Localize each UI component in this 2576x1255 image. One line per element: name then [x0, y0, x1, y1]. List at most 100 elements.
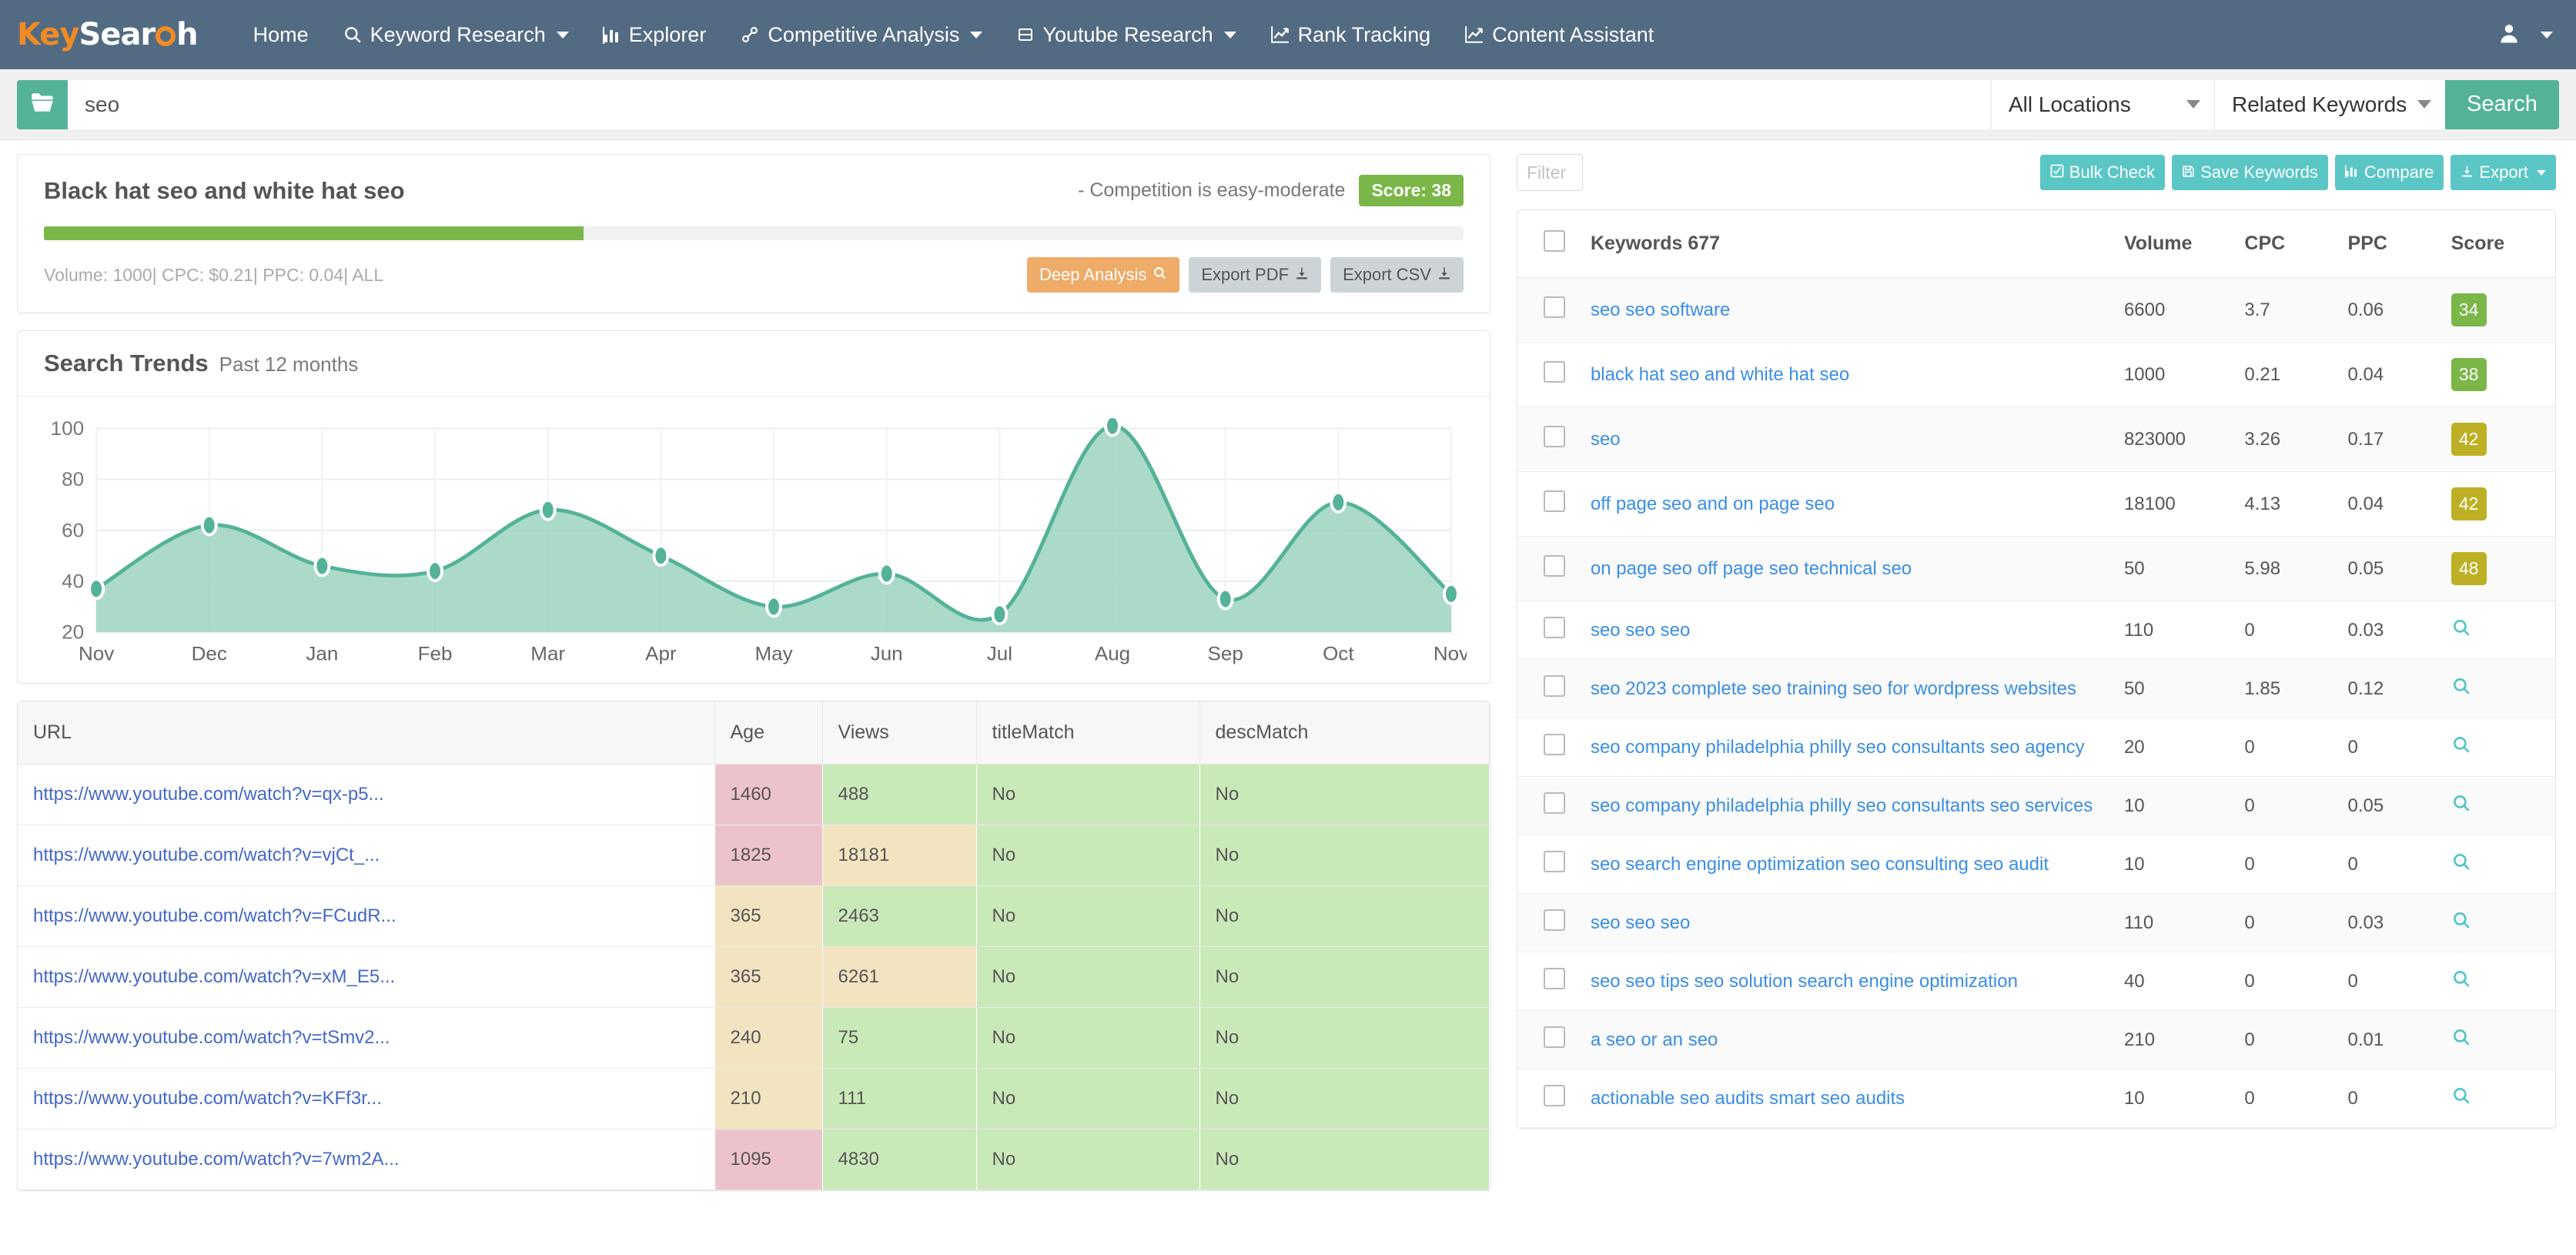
column-header[interactable]: descMatch: [1199, 701, 1490, 765]
table-row[interactable]: seo seo tips seo solution search engine …: [1517, 952, 2555, 1011]
row-checkbox[interactable]: [1544, 792, 1565, 814]
url-link[interactable]: https://www.youtube.com/watch?v=vjCt_...: [33, 845, 380, 865]
keysearch-logo[interactable]: Key Sear h: [17, 17, 199, 52]
analyze-icon[interactable]: [2451, 677, 2471, 701]
table-row[interactable]: https://www.youtube.com/watch?v=xM_E5...…: [18, 946, 1490, 1008]
nav-item-explorer[interactable]: Explorer: [586, 0, 724, 69]
row-checkbox[interactable]: [1544, 1085, 1565, 1106]
table-row[interactable]: https://www.youtube.com/watch?v=7wm2A...…: [18, 1129, 1490, 1190]
analyze-icon[interactable]: [2451, 618, 2471, 642]
row-checkbox[interactable]: [1544, 555, 1565, 577]
nav-item-competitive-analysis[interactable]: Competitive Analysis: [723, 0, 999, 69]
analyze-icon[interactable]: [2451, 735, 2471, 759]
keyword-link[interactable]: seo seo seo: [1591, 912, 1690, 933]
analyze-icon[interactable]: [2451, 1086, 2471, 1110]
analyze-icon[interactable]: [2451, 911, 2471, 935]
url-link[interactable]: https://www.youtube.com/watch?v=7wm2A...: [33, 1149, 400, 1170]
compare-button[interactable]: Compare: [2334, 155, 2444, 190]
column-header[interactable]: URL: [18, 701, 715, 765]
search-button[interactable]: Search: [2445, 79, 2559, 129]
location-select[interactable]: All Locations: [1991, 79, 2214, 129]
keyword-link[interactable]: seo 2023 complete seo training seo for w…: [1591, 678, 2076, 699]
url-link[interactable]: https://www.youtube.com/watch?v=xM_E5...: [33, 966, 395, 987]
save-keywords-button[interactable]: Save Keywords: [2172, 155, 2328, 190]
bulk-check-button[interactable]: Bulk Check: [2039, 155, 2166, 190]
analyze-icon[interactable]: [2451, 794, 2471, 818]
row-checkbox[interactable]: [1544, 909, 1565, 931]
select-all-checkbox[interactable]: [1544, 230, 1565, 252]
url-link[interactable]: https://www.youtube.com/watch?v=qx-p5...: [33, 784, 384, 805]
account-menu[interactable]: [2497, 0, 2553, 69]
nav-item-youtube-research[interactable]: Youtube Research: [999, 0, 1253, 69]
table-row[interactable]: https://www.youtube.com/watch?v=qx-p5...…: [18, 764, 1490, 825]
table-row[interactable]: seo seo seo 110 0 0.03: [1517, 893, 2555, 952]
table-row[interactable]: black hat seo and white hat seo 1000 0.2…: [1517, 342, 2555, 407]
export-csv-button[interactable]: Export CSV: [1330, 257, 1464, 293]
row-checkbox[interactable]: [1544, 296, 1565, 318]
table-row[interactable]: seo company philadelphia philly seo cons…: [1517, 718, 2555, 777]
chevron-down-icon[interactable]: [2541, 31, 2553, 38]
nav-item-keyword-research[interactable]: Keyword Research: [326, 0, 586, 69]
user-icon[interactable]: [2497, 22, 2521, 49]
analyze-icon[interactable]: [2451, 1028, 2471, 1052]
filter-input[interactable]: Filter: [1517, 154, 1583, 191]
column-header[interactable]: Views: [822, 701, 977, 765]
keyword-link[interactable]: a seo or an seo: [1591, 1029, 1718, 1050]
keyword-link[interactable]: seo seo software: [1591, 300, 1730, 320]
export-pdf-button[interactable]: Export PDF: [1189, 257, 1322, 293]
row-checkbox[interactable]: [1544, 734, 1565, 755]
url-link[interactable]: https://www.youtube.com/watch?v=tSmv2...: [33, 1027, 390, 1048]
table-row[interactable]: https://www.youtube.com/watch?v=tSmv2...…: [18, 1007, 1490, 1069]
search-input[interactable]: [68, 79, 1991, 129]
analyze-icon[interactable]: [2451, 852, 2471, 876]
url-link[interactable]: https://www.youtube.com/watch?v=KFf3r...: [33, 1088, 382, 1109]
column-header[interactable]: Volume: [2116, 210, 2237, 278]
keyword-link[interactable]: seo company philadelphia philly seo cons…: [1591, 737, 2085, 758]
row-checkbox[interactable]: [1544, 1026, 1565, 1048]
analyze-icon[interactable]: [2451, 969, 2471, 993]
keyword-link[interactable]: seo seo tips seo solution search engine …: [1591, 971, 2018, 992]
table-row[interactable]: https://www.youtube.com/watch?v=vjCt_...…: [18, 825, 1490, 886]
column-header[interactable]: Keywords 677: [1582, 210, 2116, 278]
table-row[interactable]: actionable seo audits smart seo audits 1…: [1517, 1069, 2555, 1128]
table-row[interactable]: seo seo seo 110 0 0.03: [1517, 601, 2555, 660]
column-header[interactable]: CPC: [2236, 210, 2340, 278]
row-checkbox[interactable]: [1544, 675, 1565, 697]
table-row[interactable]: seo company philadelphia philly seo cons…: [1517, 776, 2555, 835]
nav-item-rank-tracking[interactable]: Rank Tracking: [1253, 0, 1448, 69]
url-link[interactable]: https://www.youtube.com/watch?v=FCudR...: [33, 905, 396, 926]
row-checkbox[interactable]: [1544, 851, 1565, 872]
nav-item-home[interactable]: Home: [236, 0, 326, 69]
column-header[interactable]: titleMatch: [976, 701, 1200, 765]
table-row[interactable]: seo 823000 3.26 0.17 42: [1517, 407, 2555, 472]
table-row[interactable]: seo search engine optimization seo consu…: [1517, 835, 2555, 894]
keyword-link[interactable]: on page seo off page seo technical seo: [1591, 558, 1912, 579]
keyword-link[interactable]: black hat seo and white hat seo: [1591, 364, 1849, 385]
nav-item-content-assistant[interactable]: Content Assistant: [1447, 0, 1671, 69]
column-header[interactable]: Age: [714, 701, 823, 765]
keyword-link[interactable]: actionable seo audits smart seo audits: [1591, 1088, 1905, 1109]
keyword-link[interactable]: seo: [1591, 429, 1621, 450]
table-row[interactable]: a seo or an seo 210 0 0.01: [1517, 1010, 2555, 1069]
row-checkbox[interactable]: [1544, 490, 1565, 512]
row-checkbox[interactable]: [1544, 426, 1565, 447]
table-row[interactable]: seo seo software 6600 3.7 0.06 34: [1517, 277, 2555, 343]
deep-analysis-button[interactable]: Deep Analysis: [1026, 257, 1180, 293]
column-header[interactable]: Score: [2443, 210, 2555, 278]
column-header[interactable]: PPC: [2340, 210, 2444, 278]
keyword-link[interactable]: off page seo and on page seo: [1591, 494, 1835, 514]
row-checkbox[interactable]: [1544, 361, 1565, 383]
export-button[interactable]: Export: [2451, 155, 2556, 190]
row-checkbox[interactable]: [1544, 968, 1565, 989]
row-checkbox[interactable]: [1544, 617, 1565, 638]
table-row[interactable]: https://www.youtube.com/watch?v=KFf3r...…: [18, 1068, 1490, 1130]
keyword-link[interactable]: seo seo seo: [1591, 620, 1690, 641]
keyword-link[interactable]: seo company philadelphia philly seo cons…: [1591, 795, 2093, 816]
folder-button[interactable]: [17, 79, 68, 129]
table-row[interactable]: on page seo off page seo technical seo 5…: [1517, 536, 2555, 601]
keyword-type-select[interactable]: Related Keywords: [2214, 79, 2445, 129]
table-row[interactable]: https://www.youtube.com/watch?v=FCudR...…: [18, 885, 1490, 947]
table-row[interactable]: off page seo and on page seo 18100 4.13 …: [1517, 471, 2555, 537]
keyword-link[interactable]: seo search engine optimization seo consu…: [1591, 854, 2049, 875]
table-row[interactable]: seo 2023 complete seo training seo for w…: [1517, 659, 2555, 718]
